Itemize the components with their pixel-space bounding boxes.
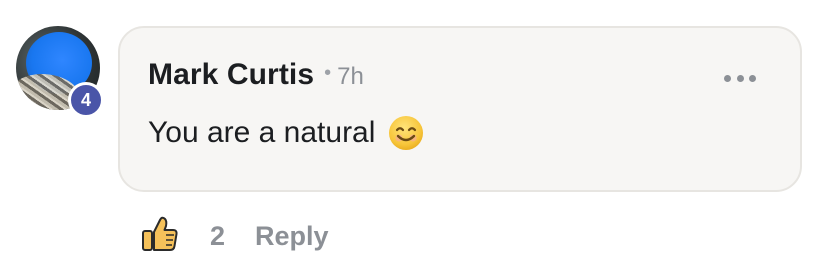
smiling-face-emoji [387,114,425,152]
separator-dot: • [324,62,332,84]
author-name[interactable]: Mark Curtis [148,58,314,92]
comment-actions: 2 Reply [140,214,329,258]
more-dot [736,74,744,82]
comment-header: Mark Curtis • 7h [148,58,364,92]
avatar-container[interactable]: 4 [16,26,104,118]
like-count[interactable]: 2 [210,221,225,252]
more-options-icon[interactable] [724,72,756,84]
comment-text-row: You are a natural [148,114,425,152]
more-dot [749,74,756,82]
comment-text: You are a natural [148,116,376,149]
thumbs-up-icon [140,214,180,259]
comment: 4 Mark Curtis • 7h You are a natural 2 R… [0,0,820,278]
timestamp[interactable]: 7h [337,63,364,91]
like-button[interactable]: 2 [140,214,225,259]
comment-bubble: Mark Curtis • 7h You are a natural [118,26,802,192]
more-dot [724,74,731,82]
count-badge: 4 [68,82,104,118]
reply-button[interactable]: Reply [255,221,329,252]
